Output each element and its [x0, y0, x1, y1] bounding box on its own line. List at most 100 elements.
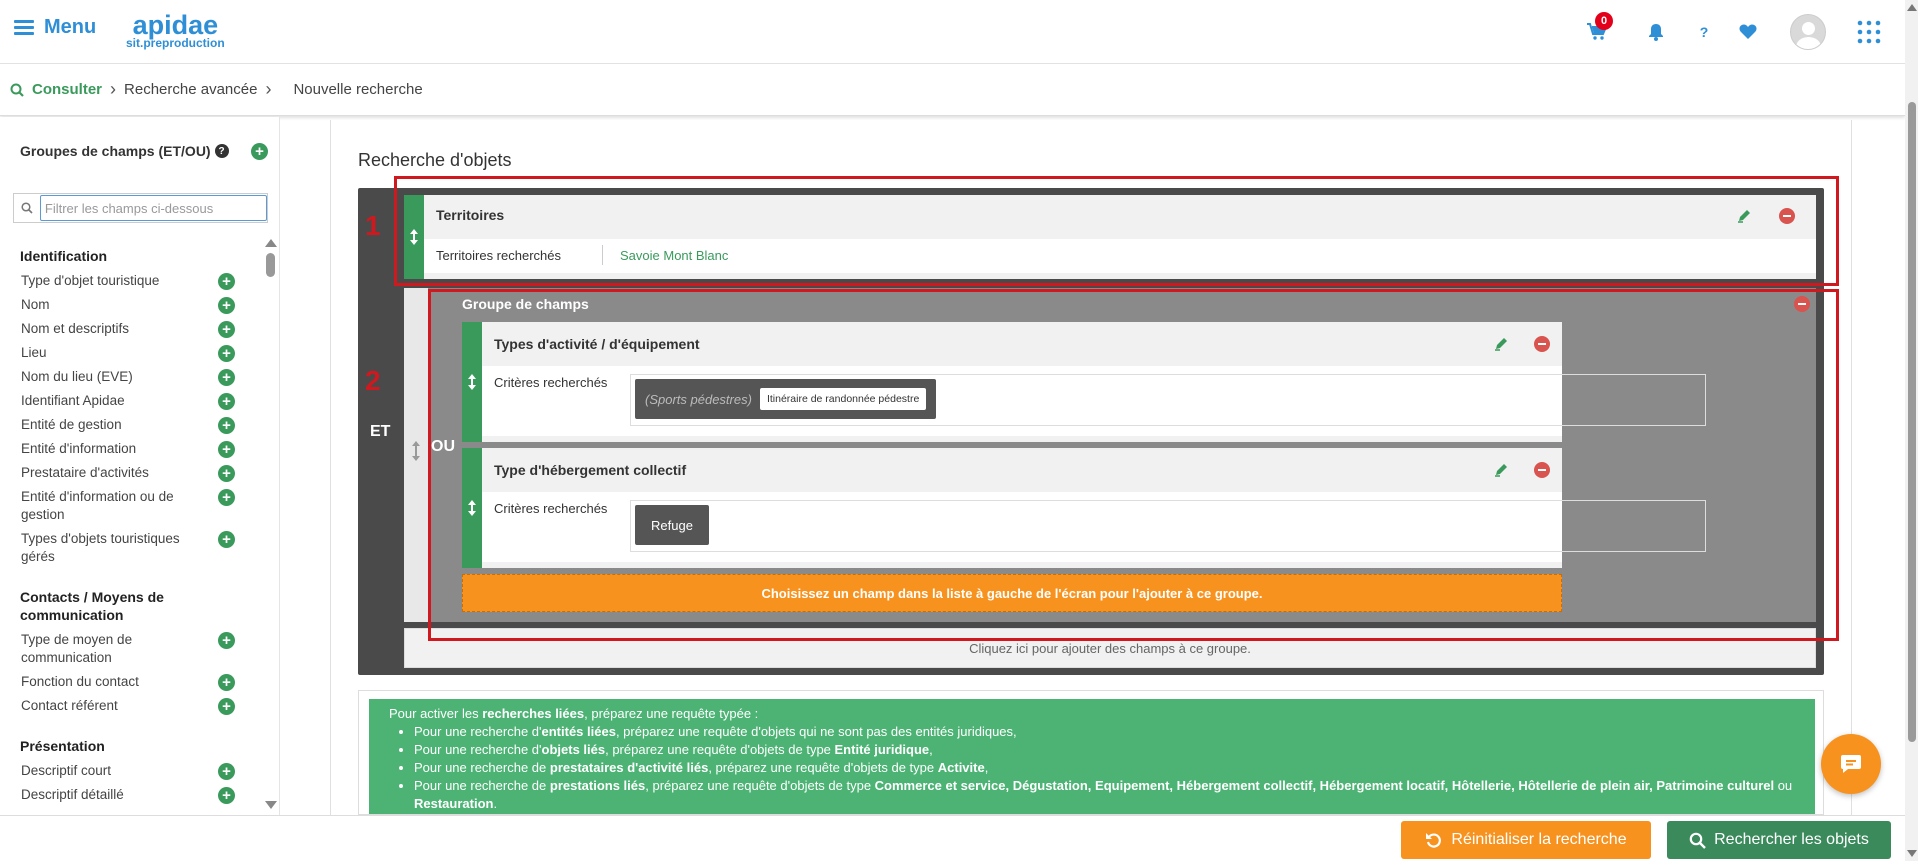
- chat-button[interactable]: [1821, 734, 1881, 794]
- drag-handle[interactable]: [462, 448, 482, 568]
- list-item[interactable]: Type de moyen de communication +: [0, 631, 262, 667]
- apidae-logo[interactable]: apidae sit.preproduction: [126, 12, 225, 50]
- list-item[interactable]: Prestataire d'activités +: [0, 464, 262, 482]
- remove-criterion-icon[interactable]: [1779, 208, 1795, 224]
- drag-handle[interactable]: [462, 322, 482, 442]
- cart-count-badge: 0: [1595, 12, 1613, 30]
- add-field-icon[interactable]: +: [218, 441, 235, 458]
- help-icon[interactable]: ?: [214, 144, 229, 158]
- chevron-right-icon: ›: [265, 79, 272, 99]
- page-scrollbar[interactable]: [1905, 0, 1918, 861]
- field-group-identification: Identification Type d'objet touristique +…: [0, 247, 262, 566]
- drag-arrows-icon[interactable]: [411, 440, 421, 462]
- bell-icon: [1649, 24, 1663, 41]
- list-item[interactable]: Types d'objets touristiques gérés +: [0, 530, 262, 566]
- field-group-title: Identification: [20, 248, 108, 264]
- activity-tag[interactable]: (Sports pédestres) Itinéraire de randonn…: [635, 379, 937, 419]
- add-field-icon[interactable]: +: [218, 417, 235, 434]
- breadcrumb-consulter[interactable]: Consulter: [32, 81, 102, 98]
- ou-label: OU: [431, 438, 455, 455]
- add-field-icon[interactable]: +: [218, 369, 235, 386]
- search-icon: [1689, 832, 1706, 849]
- list-item[interactable]: Lieu +: [0, 344, 262, 362]
- linked-search-info-text: Pour activer les recherches liées, prépa…: [369, 699, 1815, 814]
- list-item-label: Entité de gestion: [21, 417, 122, 432]
- reset-search-button[interactable]: Réinitialiser la recherche: [1401, 821, 1651, 859]
- scroll-thumb[interactable]: [266, 253, 275, 277]
- list-item[interactable]: Descriptif détaillé +: [0, 786, 262, 804]
- filter-fields-input[interactable]: [39, 195, 267, 221]
- field-list: Identification Type d'objet touristique +…: [0, 247, 262, 807]
- scroll-down-icon[interactable]: [265, 801, 277, 809]
- add-field-icon[interactable]: +: [218, 632, 235, 649]
- pencil-icon[interactable]: [1737, 208, 1752, 223]
- add-field-to-group-hint[interactable]: Choisissez un champ dans la liste à gauc…: [462, 574, 1562, 612]
- criterion-title: Types d'activité / d'équipement: [494, 336, 700, 352]
- ou-group: OU Groupe de champs Types d'activité / d…: [404, 288, 1816, 622]
- criterion-row-label: Critères recherchés: [494, 375, 608, 390]
- remove-criterion-icon[interactable]: [1534, 336, 1550, 352]
- menu-button[interactable]: Menu: [14, 16, 96, 39]
- pencil-icon[interactable]: [1494, 462, 1509, 477]
- help-button[interactable]: ?: [1692, 0, 1716, 64]
- add-field-icon[interactable]: +: [218, 531, 235, 548]
- criterion-row-label: Critères recherchés: [494, 501, 608, 516]
- criterion-row-value[interactable]: Savoie Mont Blanc: [620, 248, 728, 263]
- criterion-territoires: Territoires Territoires recherchés Savoi…: [404, 195, 1816, 279]
- refuge-tag[interactable]: Refuge: [635, 505, 709, 545]
- add-field-icon[interactable]: +: [218, 345, 235, 362]
- remove-group-icon[interactable]: [1794, 296, 1810, 312]
- scroll-down-icon[interactable]: [1907, 850, 1917, 857]
- field-group-presentation: Présentation Descriptif court + Descripti…: [0, 737, 262, 804]
- list-item[interactable]: Identifiant Apidae +: [0, 392, 262, 410]
- list-item: Pour une recherche d'entités liées, prép…: [414, 723, 1795, 741]
- search-icon: [10, 83, 24, 97]
- cart-button[interactable]: 0: [1582, 0, 1613, 64]
- drag-handle[interactable]: [404, 195, 424, 279]
- add-field-icon[interactable]: +: [218, 465, 235, 482]
- add-field-icon[interactable]: +: [218, 674, 235, 691]
- add-fields-to-group-link[interactable]: Cliquez ici pour ajouter des champs à ce…: [404, 628, 1816, 668]
- list-item[interactable]: Entité d'information +: [0, 440, 262, 458]
- favorites-button[interactable]: [1736, 0, 1760, 64]
- add-group-button[interactable]: +: [251, 143, 268, 160]
- user-avatar-button[interactable]: [1788, 0, 1828, 64]
- group-title: Groupe de champs: [462, 296, 589, 312]
- remove-criterion-icon[interactable]: [1534, 462, 1550, 478]
- pencil-icon[interactable]: [1494, 336, 1509, 351]
- list-item[interactable]: Nom +: [0, 296, 262, 314]
- breadcrumb-recherche-avancee[interactable]: Recherche avancée: [124, 81, 257, 98]
- add-field-icon[interactable]: +: [218, 489, 235, 506]
- list-item-label: Descriptif détaillé: [21, 787, 124, 802]
- help-icon: ?: [1699, 24, 1709, 40]
- list-item[interactable]: Entité de gestion +: [0, 416, 262, 434]
- criterion-title: Territoires: [436, 207, 505, 223]
- apps-grid-button[interactable]: [1854, 0, 1884, 64]
- list-item[interactable]: Descriptif court +: [0, 762, 262, 780]
- list-item[interactable]: Fonction du contact +: [0, 673, 262, 691]
- add-field-icon[interactable]: +: [218, 787, 235, 804]
- list-item[interactable]: Entité d'information ou de gestion +: [0, 488, 262, 524]
- add-field-icon[interactable]: +: [218, 321, 235, 338]
- top-bar: Menu apidae sit.preproduction 0 ?: [0, 0, 1905, 64]
- scroll-thumb[interactable]: [1908, 102, 1916, 742]
- add-field-icon[interactable]: +: [218, 698, 235, 715]
- scroll-up-icon[interactable]: [1907, 4, 1917, 11]
- search-objects-button[interactable]: Rechercher les objets: [1667, 821, 1891, 859]
- drag-arrows-icon: [468, 374, 476, 390]
- sidebar-scrollbar[interactable]: [263, 239, 277, 809]
- add-field-icon[interactable]: +: [218, 273, 235, 290]
- list-item[interactable]: Nom du lieu (EVE) +: [0, 368, 262, 386]
- add-field-icon[interactable]: +: [218, 297, 235, 314]
- list-item-label: Nom et descriptifs: [21, 321, 130, 336]
- list-item[interactable]: Nom et descriptifs +: [0, 320, 262, 338]
- list-item[interactable]: Type d'objet touristique +: [0, 272, 262, 290]
- notifications-button[interactable]: [1644, 0, 1668, 64]
- add-field-icon[interactable]: +: [218, 393, 235, 410]
- add-field-icon[interactable]: +: [218, 763, 235, 780]
- heart-icon: [1739, 24, 1757, 39]
- scroll-up-icon[interactable]: [265, 239, 277, 247]
- criterion-values-box: (Sports pédestres) Itinéraire de randonn…: [630, 374, 1706, 426]
- list-item-label: Nom du lieu (EVE): [21, 369, 133, 384]
- list-item[interactable]: Contact référent +: [0, 697, 262, 715]
